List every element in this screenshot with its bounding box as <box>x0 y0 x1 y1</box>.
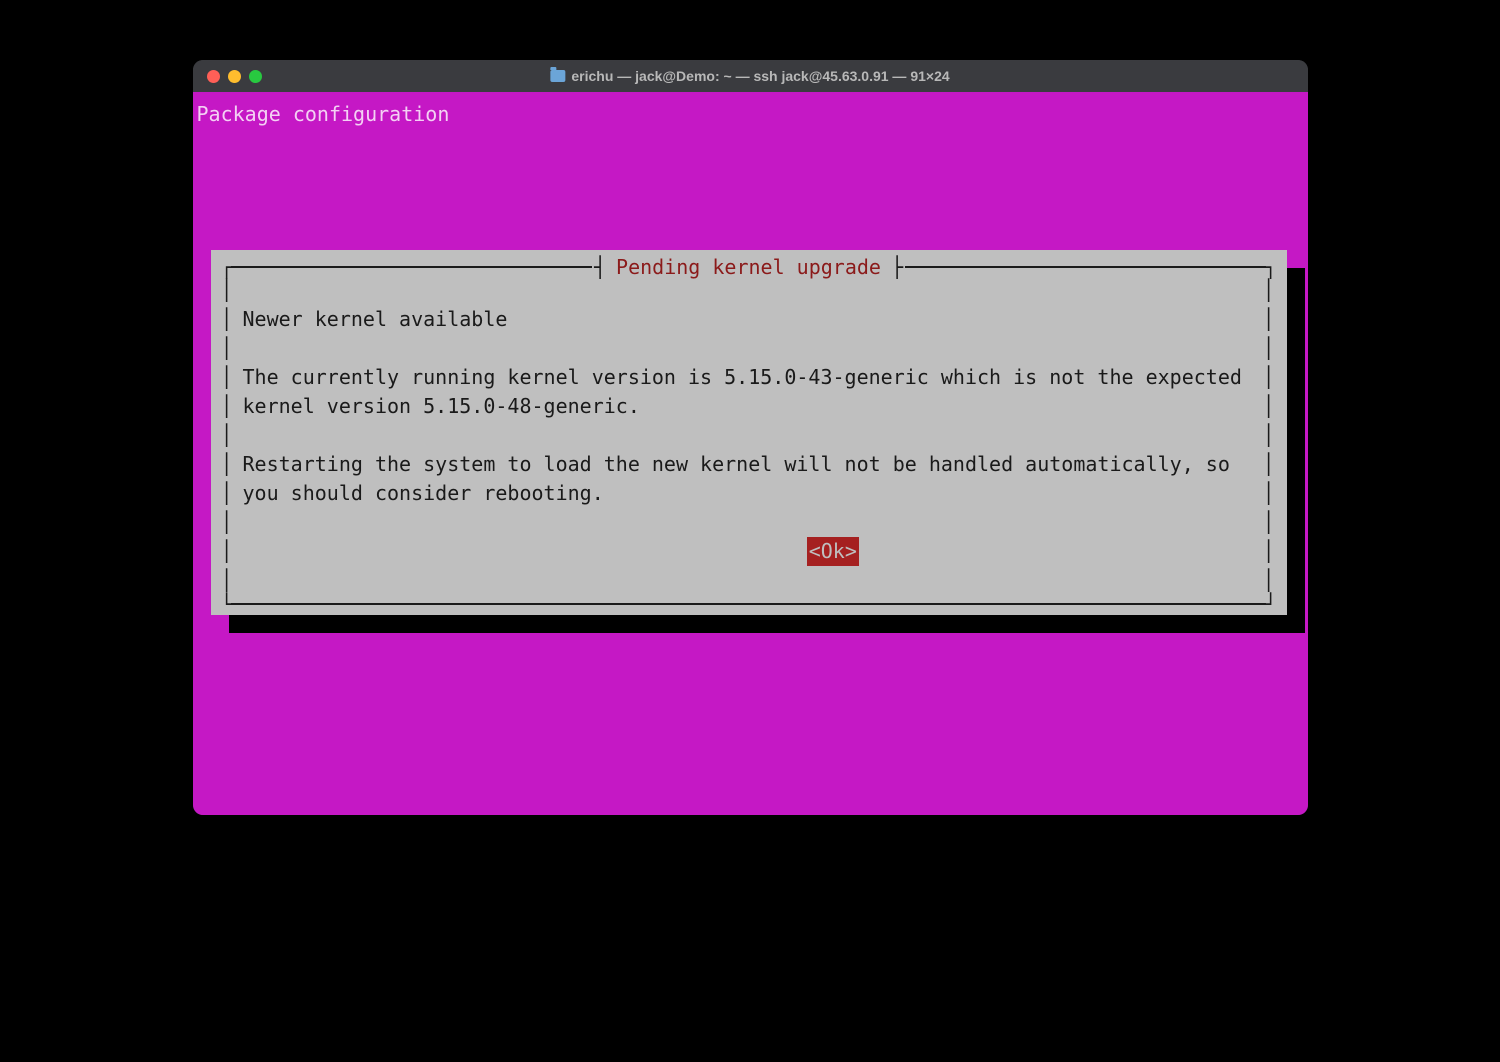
dialog-row-blank: │ │ <box>221 421 1277 450</box>
dialog-content: ┤ Pending kernel upgrade ├ │ │ │ New <box>211 250 1287 615</box>
title-bar: erichu — jack@Demo: ~ — ssh jack@45.63.0… <box>193 60 1308 92</box>
dialog-row-body2: ││ Restarting the system to load the new… <box>221 450 1277 508</box>
dialog-body1: The currently running kernel version is … <box>235 363 1263 421</box>
window-title: erichu — jack@Demo: ~ — ssh jack@45.63.0… <box>550 68 949 84</box>
dialog-body2: Restarting the system to load the new ke… <box>235 450 1263 508</box>
terminal-window: erichu — jack@Demo: ~ — ssh jack@45.63.0… <box>193 60 1308 815</box>
dialog-row-body1: ││ The currently running kernel version … <box>221 363 1277 421</box>
close-button[interactable] <box>207 70 220 83</box>
package-config-header: Package configuration <box>197 100 1304 129</box>
traffic-lights <box>207 70 262 83</box>
dialog-row-blank: │ │ <box>221 334 1277 363</box>
terminal-body: Package configuration ┤ Pending kernel u… <box>193 92 1308 815</box>
window-title-text: erichu — jack@Demo: ~ — ssh jack@45.63.0… <box>571 68 949 84</box>
dialog-wrapper: ┤ Pending kernel upgrade ├ │ │ │ New <box>211 250 1289 615</box>
dialog-row-heading: │ Newer kernel available │ <box>221 305 1277 334</box>
folder-icon <box>550 70 565 82</box>
dialog-box: ┤ Pending kernel upgrade ├ │ │ │ New <box>211 250 1287 615</box>
dialog-heading: Newer kernel available <box>235 305 1263 334</box>
dialog-border-bottom <box>221 595 1277 613</box>
ok-button[interactable]: <Ok> <box>807 537 859 566</box>
minimize-button[interactable] <box>228 70 241 83</box>
dialog-border-top: ┤ Pending kernel upgrade ├ <box>221 258 1277 276</box>
dialog-title: Pending kernel upgrade <box>608 253 889 282</box>
dialog-row-ok: │ <Ok> │ <box>221 537 1277 566</box>
maximize-button[interactable] <box>249 70 262 83</box>
